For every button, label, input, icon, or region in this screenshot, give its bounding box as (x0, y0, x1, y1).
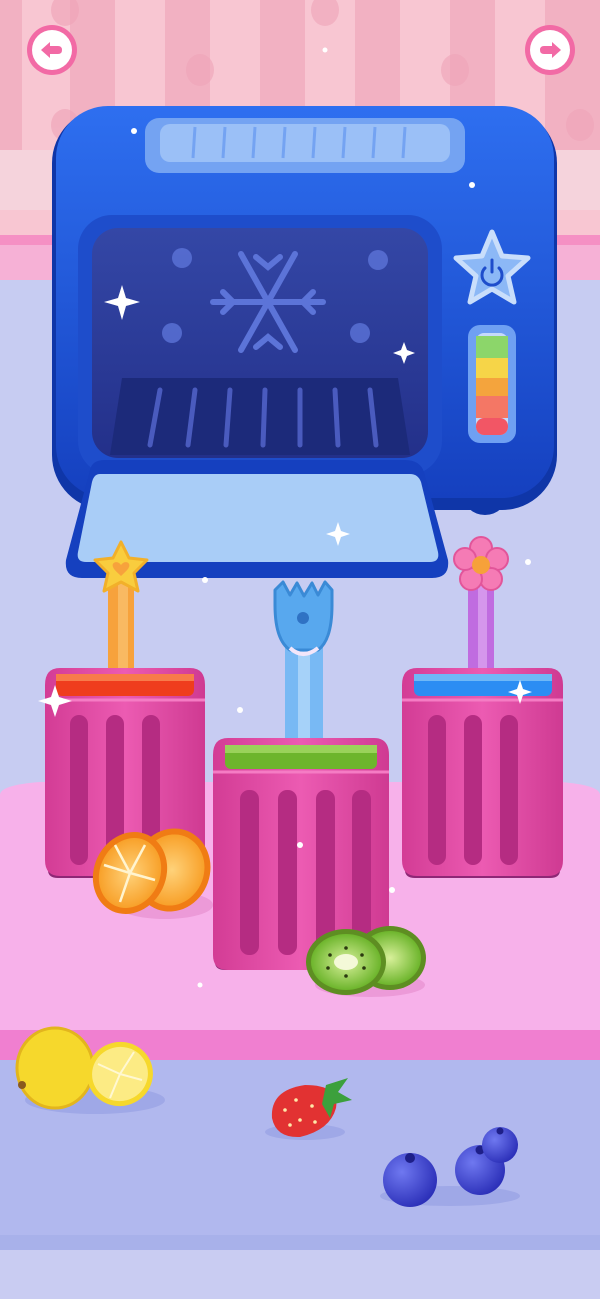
freezer-rack (110, 378, 410, 455)
next-button[interactable] (525, 25, 575, 75)
temperature-gauge (468, 325, 516, 443)
kiwi-slices[interactable] (306, 926, 426, 997)
game-scene (0, 0, 600, 1299)
gauge-level-yellow (476, 358, 508, 378)
gauge-level-orange (476, 378, 508, 396)
fork-stick-topper (273, 580, 334, 656)
back-button[interactable] (27, 25, 77, 75)
freezer-machine[interactable] (52, 47, 557, 584)
gauge-level-green (476, 336, 508, 358)
gauge-level-red (476, 396, 508, 418)
freezer-top-vent (145, 118, 465, 173)
